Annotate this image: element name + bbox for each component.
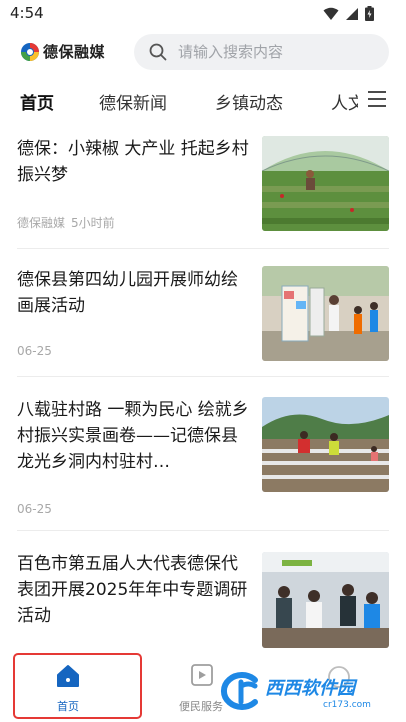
service-icon (191, 664, 213, 686)
logo-swirl-icon (21, 42, 39, 61)
app-logo[interactable]: 德保融媒 (20, 41, 105, 62)
news-meta: 06-25 (17, 502, 52, 516)
tab-debao-news[interactable]: 德保新闻 (99, 89, 167, 114)
status-icons (323, 6, 374, 21)
news-time: 06-25 (17, 502, 52, 516)
news-meta: 06-25 (17, 344, 52, 358)
farm-work-photo (262, 397, 389, 492)
tab-menu-button[interactable] (358, 83, 406, 117)
news-time: 5小时前 (71, 216, 115, 230)
chili-field-photo (262, 136, 389, 231)
watermark-logo-icon (221, 672, 258, 710)
tab-home[interactable]: 首页 (20, 89, 54, 114)
news-time: 06-25 (17, 344, 52, 358)
news-title: 八载驻村路 一颗为民心 绘就乡村振兴实景画卷——记德保县龙光乡洞内村驻村… (17, 400, 249, 472)
search-input[interactable] (178, 34, 378, 70)
watermark-brand: 西西软件园 (265, 678, 355, 699)
news-title: 德保：小辣椒 大产业 托起乡村振兴梦 (17, 139, 249, 185)
app-header: 德保融媒 (0, 28, 406, 78)
divider (17, 248, 389, 249)
news-title: 德保县第四幼儿园开展师幼绘画展活动 (17, 270, 238, 316)
selection-highlight (13, 653, 142, 719)
app-name: 德保融媒 (43, 43, 106, 61)
status-time: 4:54 (10, 4, 44, 22)
news-meta: 德保融媒 5小时前 (17, 214, 115, 231)
kindergarten-exhibition-photo (262, 266, 389, 361)
battery-icon (365, 6, 374, 21)
meeting-photo (262, 552, 389, 648)
news-source: 德保融媒 (17, 216, 66, 230)
wifi-icon (323, 7, 339, 20)
category-tabs: 首页 德保新闻 乡镇动态 人文 (0, 78, 406, 122)
divider (17, 376, 389, 377)
signal-icon (346, 7, 358, 20)
divider (17, 530, 389, 531)
tab-township-news[interactable]: 乡镇动态 (215, 89, 283, 114)
watermark-url: cr173.com (323, 700, 371, 710)
search-icon (149, 43, 167, 61)
menu-icon (368, 91, 386, 107)
watermark: 西西软件园 cr173.com (215, 672, 400, 716)
status-bar: 4:54 (0, 0, 406, 28)
search-bar[interactable] (134, 34, 389, 70)
news-title: 百色市第五届人大代表德保代表团开展2025年年中专题调研活动 (17, 554, 248, 626)
